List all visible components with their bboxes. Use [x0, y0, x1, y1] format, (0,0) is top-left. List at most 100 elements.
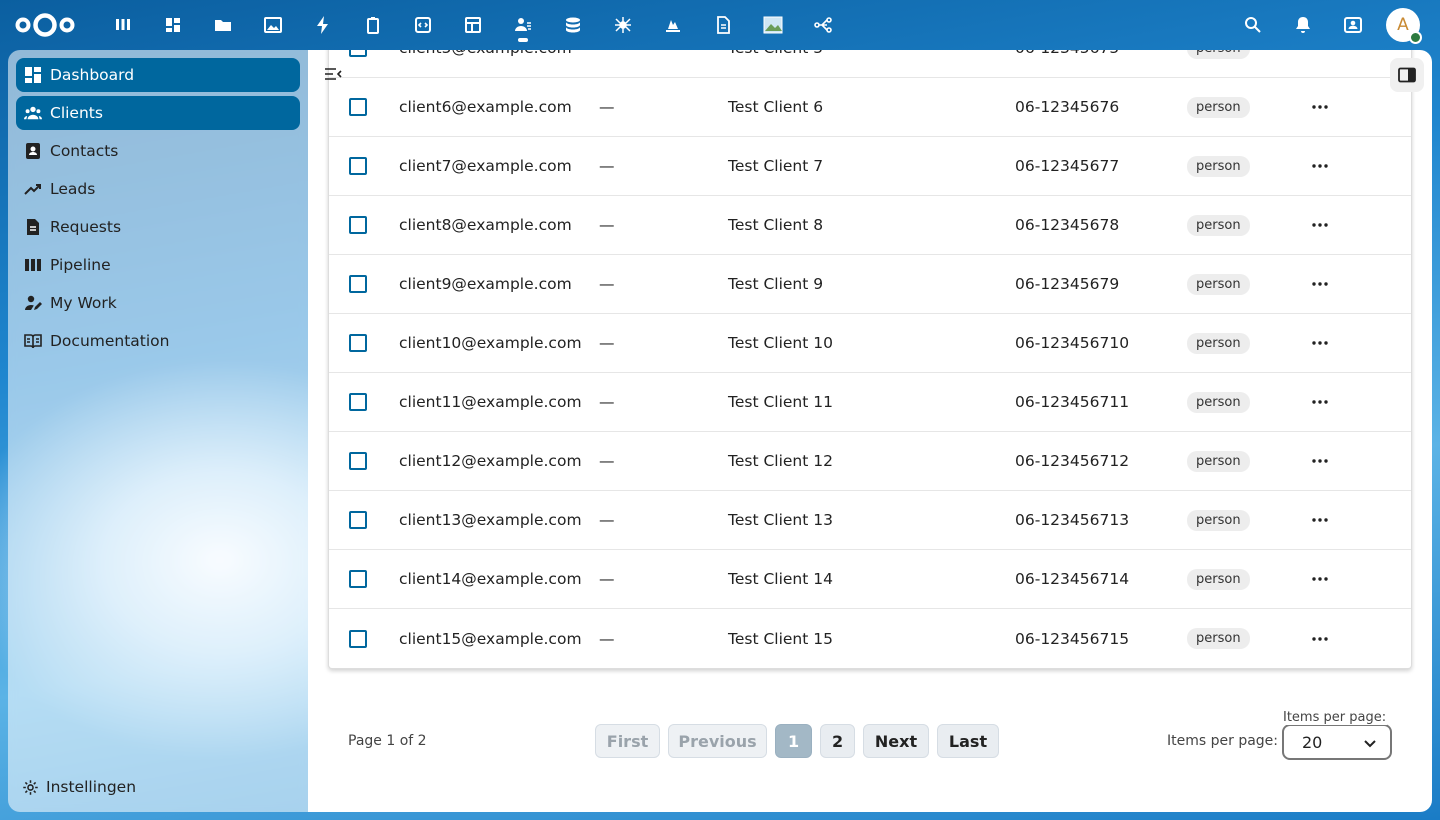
toggle-sidebar-button[interactable]	[1390, 58, 1424, 92]
row-checkbox[interactable]	[349, 216, 367, 234]
row-actions-button[interactable]	[1309, 568, 1331, 590]
client-phone: 06-123456715	[1015, 629, 1130, 648]
sidebar-item-label: Clients	[50, 104, 103, 122]
client-email: client12@example.com	[399, 452, 582, 470]
settings-button[interactable]: Instellingen	[16, 770, 136, 804]
tables-icon[interactable]	[448, 0, 498, 50]
document-icon[interactable]	[698, 0, 748, 50]
page-1-button[interactable]: 1	[775, 724, 812, 758]
activity-icon[interactable]	[298, 0, 348, 50]
photos-icon[interactable]	[248, 0, 298, 50]
client-phone: 06-12345675	[1015, 50, 1119, 57]
row-checkbox[interactable]	[349, 629, 367, 648]
sidebar-item-pipeline[interactable]: Pipeline	[16, 248, 300, 282]
client-email: client13@example.com	[399, 511, 582, 529]
previous-page-button[interactable]: Previous	[668, 724, 767, 758]
page-2-button[interactable]: 2	[820, 724, 855, 758]
more-horizontal-icon	[1312, 223, 1328, 227]
table-row[interactable]: client15@example.com — Test Client 15 06-12…	[329, 609, 1411, 668]
table-row[interactable]: client13@example.com — Test Client 13 06-12…	[329, 491, 1411, 550]
sidebar-item-label: Documentation	[50, 332, 170, 350]
client-email: client6@example.com	[399, 98, 572, 116]
sidebar-item-requests[interactable]: Requests	[16, 210, 300, 244]
row-actions-button[interactable]	[1309, 214, 1331, 236]
nextcloud-logo-icon[interactable]	[14, 11, 76, 39]
row-checkbox[interactable]	[349, 511, 367, 529]
row-actions-button[interactable]	[1309, 628, 1331, 650]
bell-icon[interactable]	[1278, 0, 1328, 50]
client-organization: —	[599, 334, 615, 352]
row-actions-button[interactable]	[1309, 96, 1331, 118]
sidebar-item-clients[interactable]: Clients	[16, 96, 300, 130]
row-actions-button[interactable]	[1309, 450, 1331, 472]
sidebar-item-documentation[interactable]: Documentation	[16, 324, 300, 358]
client-email: client14@example.com	[399, 570, 582, 588]
row-actions-button[interactable]	[1309, 50, 1331, 59]
client-email: client9@example.com	[399, 275, 572, 293]
contacts-app-icon[interactable]	[498, 0, 548, 50]
more-horizontal-icon	[1312, 105, 1328, 109]
avatar-initial: A	[1397, 15, 1409, 35]
row-actions-button[interactable]	[1309, 155, 1331, 177]
share-icon[interactable]	[798, 0, 848, 50]
table-row[interactable]: client12@example.com — Test Client 12 06-12…	[329, 432, 1411, 491]
client-type-badge: person	[1187, 509, 1250, 531]
row-checkbox[interactable]	[349, 334, 367, 352]
row-actions-button[interactable]	[1309, 509, 1331, 531]
chevron-down-icon	[1364, 740, 1376, 748]
row-actions-button[interactable]	[1309, 332, 1331, 354]
row-actions-button[interactable]	[1309, 273, 1331, 295]
row-checkbox[interactable]	[349, 452, 367, 470]
table-row[interactable]: client9@example.com — Test Client 9 06-1234…	[329, 255, 1411, 314]
client-organization: —	[599, 50, 615, 57]
sidebar-item-contacts[interactable]: Contacts	[16, 134, 300, 168]
row-checkbox[interactable]	[349, 98, 367, 116]
client-phone: 06-12345678	[1015, 216, 1120, 234]
client-organization: —	[599, 216, 615, 234]
user-avatar[interactable]: A	[1386, 8, 1422, 44]
image-icon[interactable]	[748, 0, 798, 50]
sidebar-item-my-work[interactable]: My Work	[16, 286, 300, 320]
toggle-navigation-icon[interactable]	[324, 66, 342, 82]
files-icon[interactable]	[198, 0, 248, 50]
table-row[interactable]: client10@example.com — Test Client 10 06-12…	[329, 314, 1411, 373]
client-phone: 06-123456711	[1015, 393, 1130, 411]
page-info: Page 1 of 2	[348, 733, 427, 749]
table-row[interactable]: client5@example.com — Test Client 5 06-1234…	[329, 50, 1411, 78]
client-email: client10@example.com	[399, 334, 582, 352]
table-row[interactable]: client8@example.com — Test Client 8 06-1234…	[329, 196, 1411, 255]
dashboard-app-icon[interactable]	[98, 0, 148, 50]
row-checkbox[interactable]	[349, 50, 367, 57]
row-checkbox[interactable]	[349, 275, 367, 293]
code-icon[interactable]	[398, 0, 448, 50]
items-per-page-select[interactable]: 20	[1282, 724, 1392, 760]
apps-grid-icon[interactable]	[148, 0, 198, 50]
spider-icon[interactable]	[598, 0, 648, 50]
first-page-button[interactable]: First	[595, 724, 660, 758]
sidebar-item-leads[interactable]: Leads	[16, 172, 300, 206]
table-row[interactable]: client11@example.com — Test Client 11 06-12…	[329, 373, 1411, 432]
sidebar-item-dashboard[interactable]: Dashboard	[16, 58, 300, 92]
client-name: Test Client 9	[728, 275, 824, 293]
next-page-button[interactable]: Next	[863, 724, 929, 758]
row-checkbox[interactable]	[349, 570, 367, 588]
contacts-menu-icon[interactable]	[1328, 0, 1378, 50]
table-row[interactable]: client7@example.com — Test Client 7 06-1234…	[329, 137, 1411, 196]
database-icon[interactable]	[548, 0, 598, 50]
row-actions-button[interactable]	[1309, 391, 1331, 413]
more-horizontal-icon	[1312, 636, 1328, 641]
flow-icon[interactable]	[648, 0, 698, 50]
table-row[interactable]: client14@example.com — Test Client 14 06-12…	[329, 550, 1411, 609]
client-phone: 06-12345676	[1015, 98, 1120, 116]
online-status-icon	[1409, 31, 1422, 44]
search-icon[interactable]	[1228, 0, 1278, 50]
client-phone: 06-123456714	[1015, 570, 1130, 588]
client-type-badge: person	[1187, 273, 1250, 295]
table-row[interactable]: client6@example.com — Test Client 6 06-1234…	[329, 78, 1411, 137]
last-page-button[interactable]: Last	[937, 724, 999, 758]
row-checkbox[interactable]	[349, 393, 367, 411]
deck-icon[interactable]	[348, 0, 398, 50]
client-organization: —	[599, 629, 615, 648]
book-icon	[24, 332, 50, 350]
row-checkbox[interactable]	[349, 157, 367, 175]
